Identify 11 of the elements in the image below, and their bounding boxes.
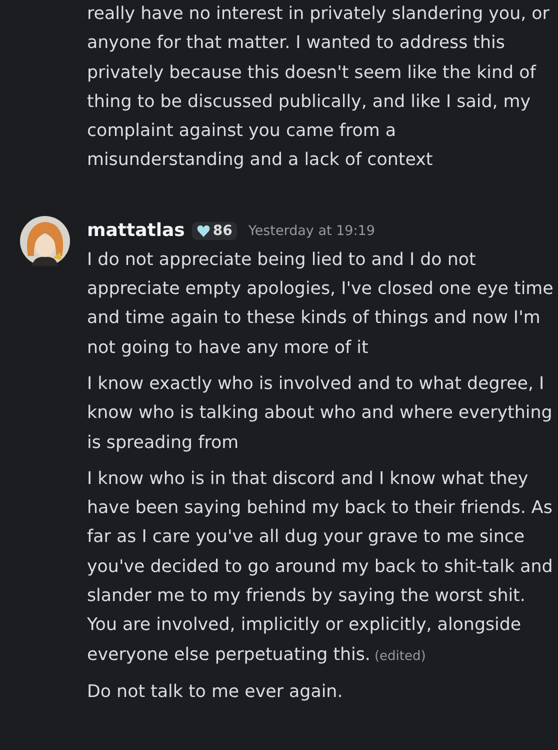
message-text: really have no interest in privately slandering you, or anyone for that matter. I wanted to address this privately because this doesn't seem like the kind of thing to be discussed publically, and like I said, my complaint against you came from a misunderstanding and a lack of context (87, 3, 550, 172)
badge: 86 (192, 222, 238, 240)
edited-label: (edited) (374, 648, 426, 664)
heart-icon (196, 224, 210, 237)
avatar[interactable] (20, 216, 70, 266)
username[interactable]: mattatlas (87, 220, 185, 242)
message-text: I know exactly who is involved and to what degree, I know who is talking about who and where everything is spreading from (87, 372, 554, 455)
message-text: Do not talk to me ever again. (87, 680, 344, 704)
message-text: I know who is in that discord and I know what they have been saying behind my back to their friends. As far as I care you've all dug your grave to me since you've decided to go around my back to shit-talk and slander me to my friends by saying the worst shit. You are involved, implicitly or explicitly, alongside everyone else perpetuating this. (edited) (87, 468, 554, 667)
timestamp: Yesterday at 19:19 (248, 222, 375, 239)
message-text: I do not appreciate being lied to and I do not appreciate empty apologies, I've closed one eye time and time again to these kinds of things and now I'm not going to have any more of it (87, 248, 554, 360)
